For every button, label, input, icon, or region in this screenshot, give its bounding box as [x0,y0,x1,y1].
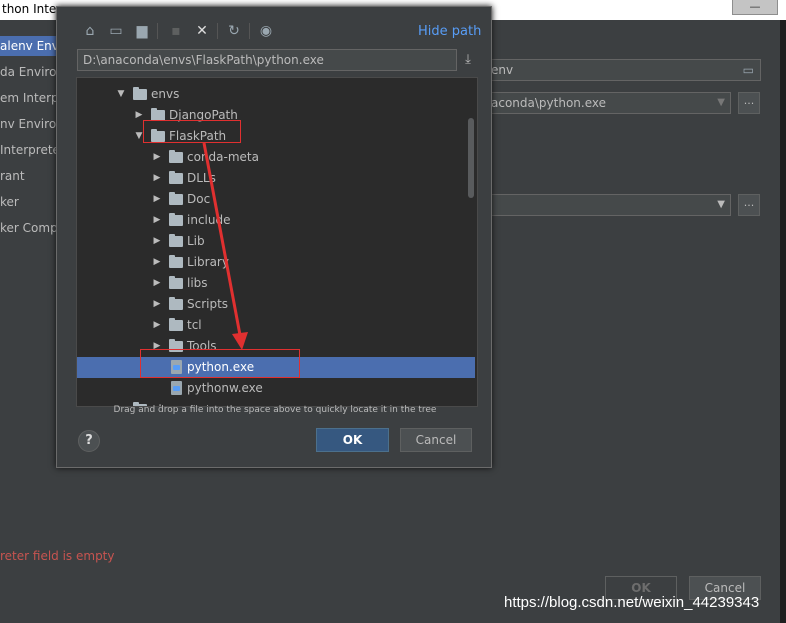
annotation-arrow [202,142,248,350]
annotation-arrow-head [232,332,248,350]
annotation-arrow-line [202,142,242,336]
watermark: https://blog.csdn.net/weixin_44239343 [504,594,760,611]
